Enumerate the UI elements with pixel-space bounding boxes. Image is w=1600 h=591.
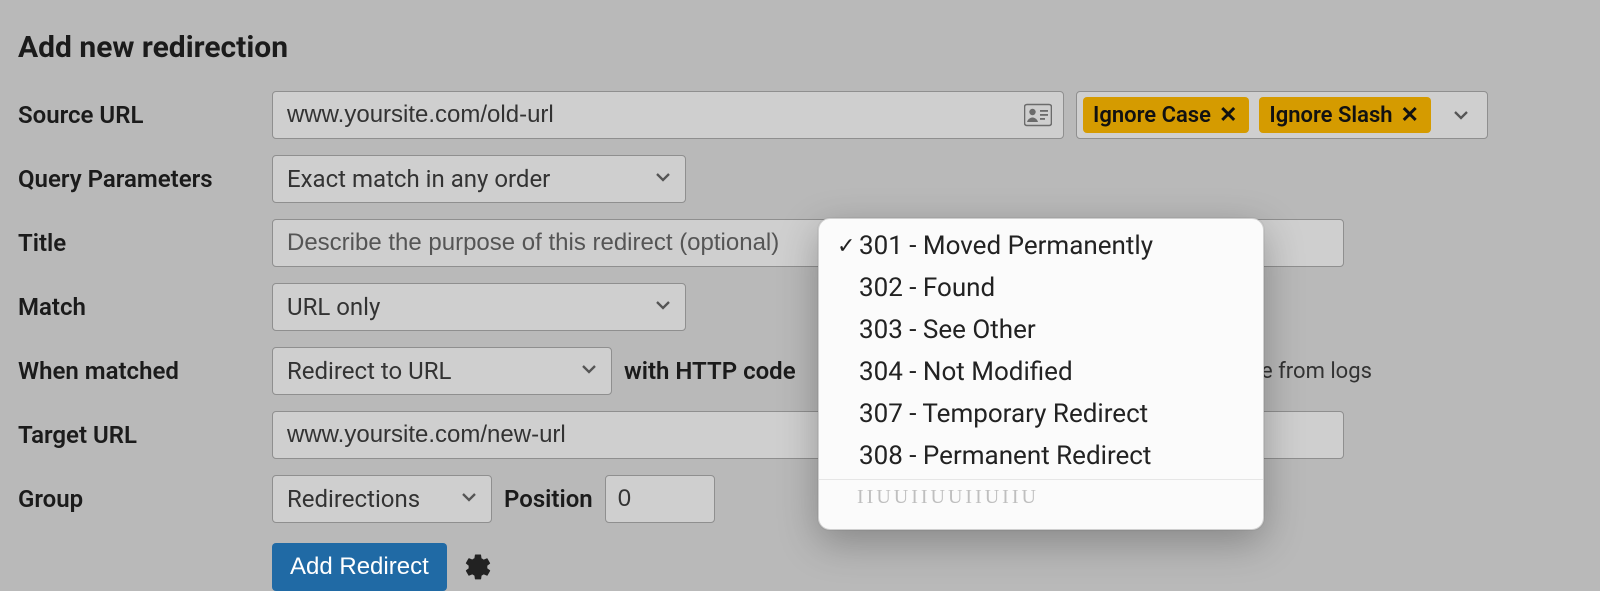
http-code-option[interactable]: 308 - Permanent Redirect <box>819 435 1263 477</box>
select-value: Exact match in any order <box>287 165 550 193</box>
row-buttons: Add Redirect <box>18 539 1582 591</box>
http-code-option[interactable]: 307 - Temporary Redirect <box>819 393 1263 435</box>
label-match: Match <box>18 293 262 321</box>
chip-label: Ignore Slash <box>1269 103 1392 128</box>
option-label: 308 - Permanent Redirect <box>859 441 1151 471</box>
label-with-http-code: with HTTP code <box>624 357 796 385</box>
select-value: URL only <box>287 293 380 321</box>
option-label: 307 - Temporary Redirect <box>859 399 1148 429</box>
http-code-dropdown[interactable]: ✓ 301 - Moved Permanently 302 - Found 30… <box>818 218 1264 530</box>
chip-label: Ignore Case <box>1093 103 1211 128</box>
row-target-url: Target URL <box>18 411 1582 459</box>
label-when-matched: When matched <box>18 357 262 385</box>
row-title: Title <box>18 219 1582 267</box>
label-title: Title <box>18 229 262 257</box>
chip-add-more-dropdown[interactable] <box>1441 97 1481 133</box>
check-icon: ✓ <box>837 234 855 259</box>
gear-icon[interactable] <box>463 552 493 582</box>
page-title: Add new redirection <box>18 30 1582 65</box>
query-parameters-select[interactable]: Exact match in any order <box>272 155 686 203</box>
http-code-option[interactable]: 302 - Found <box>819 267 1263 309</box>
source-options-chipbox[interactable]: Ignore Case ✕ Ignore Slash ✕ <box>1076 91 1488 139</box>
http-code-option[interactable]: 304 - Not Modified <box>819 351 1263 393</box>
chip-ignore-case[interactable]: Ignore Case ✕ <box>1083 97 1249 133</box>
chevron-down-icon <box>1451 105 1471 125</box>
chevron-down-icon <box>653 295 673 315</box>
chip-ignore-slash[interactable]: Ignore Slash ✕ <box>1259 97 1431 133</box>
source-url-input[interactable] <box>272 91 1064 139</box>
address-card-icon <box>1024 103 1052 127</box>
chip-remove-icon[interactable]: ✕ <box>1217 103 1239 128</box>
chevron-down-icon <box>653 167 673 187</box>
option-label: 301 - Moved Permanently <box>859 231 1153 261</box>
row-match: Match URL only <box>18 283 1582 331</box>
add-redirect-button[interactable]: Add Redirect <box>272 543 447 591</box>
select-value: Redirect to URL <box>287 357 451 385</box>
option-label: 303 - See Other <box>859 315 1036 345</box>
row-group: Group Redirections Position <box>18 475 1582 523</box>
label-source-url: Source URL <box>18 101 262 129</box>
select-value: Redirections <box>287 485 420 513</box>
row-source-url: Source URL Ignore Case ✕ <box>18 91 1582 139</box>
row-when-matched: When matched Redirect to URL with HTTP c… <box>18 347 1582 395</box>
option-label: 304 - Not Modified <box>859 357 1073 387</box>
option-label: 302 - Found <box>859 273 995 303</box>
row-query-parameters: Query Parameters Exact match in any orde… <box>18 155 1582 203</box>
when-matched-select[interactable]: Redirect to URL <box>272 347 612 395</box>
http-code-option[interactable]: ✓ 301 - Moved Permanently <box>819 225 1263 267</box>
chevron-down-icon <box>459 487 479 507</box>
label-target-url: Target URL <box>18 421 262 449</box>
chip-remove-icon[interactable]: ✕ <box>1399 103 1421 128</box>
group-select[interactable]: Redirections <box>272 475 492 523</box>
popup-divider-decorative: IIUUIIUUIIUIIU <box>819 479 1263 509</box>
position-input[interactable] <box>605 475 715 523</box>
label-position: Position <box>504 485 593 513</box>
chevron-down-icon <box>579 359 599 379</box>
http-code-option[interactable]: 303 - See Other <box>819 309 1263 351</box>
label-group: Group <box>18 485 262 513</box>
label-query-parameters: Query Parameters <box>18 165 262 193</box>
match-select[interactable]: URL only <box>272 283 686 331</box>
